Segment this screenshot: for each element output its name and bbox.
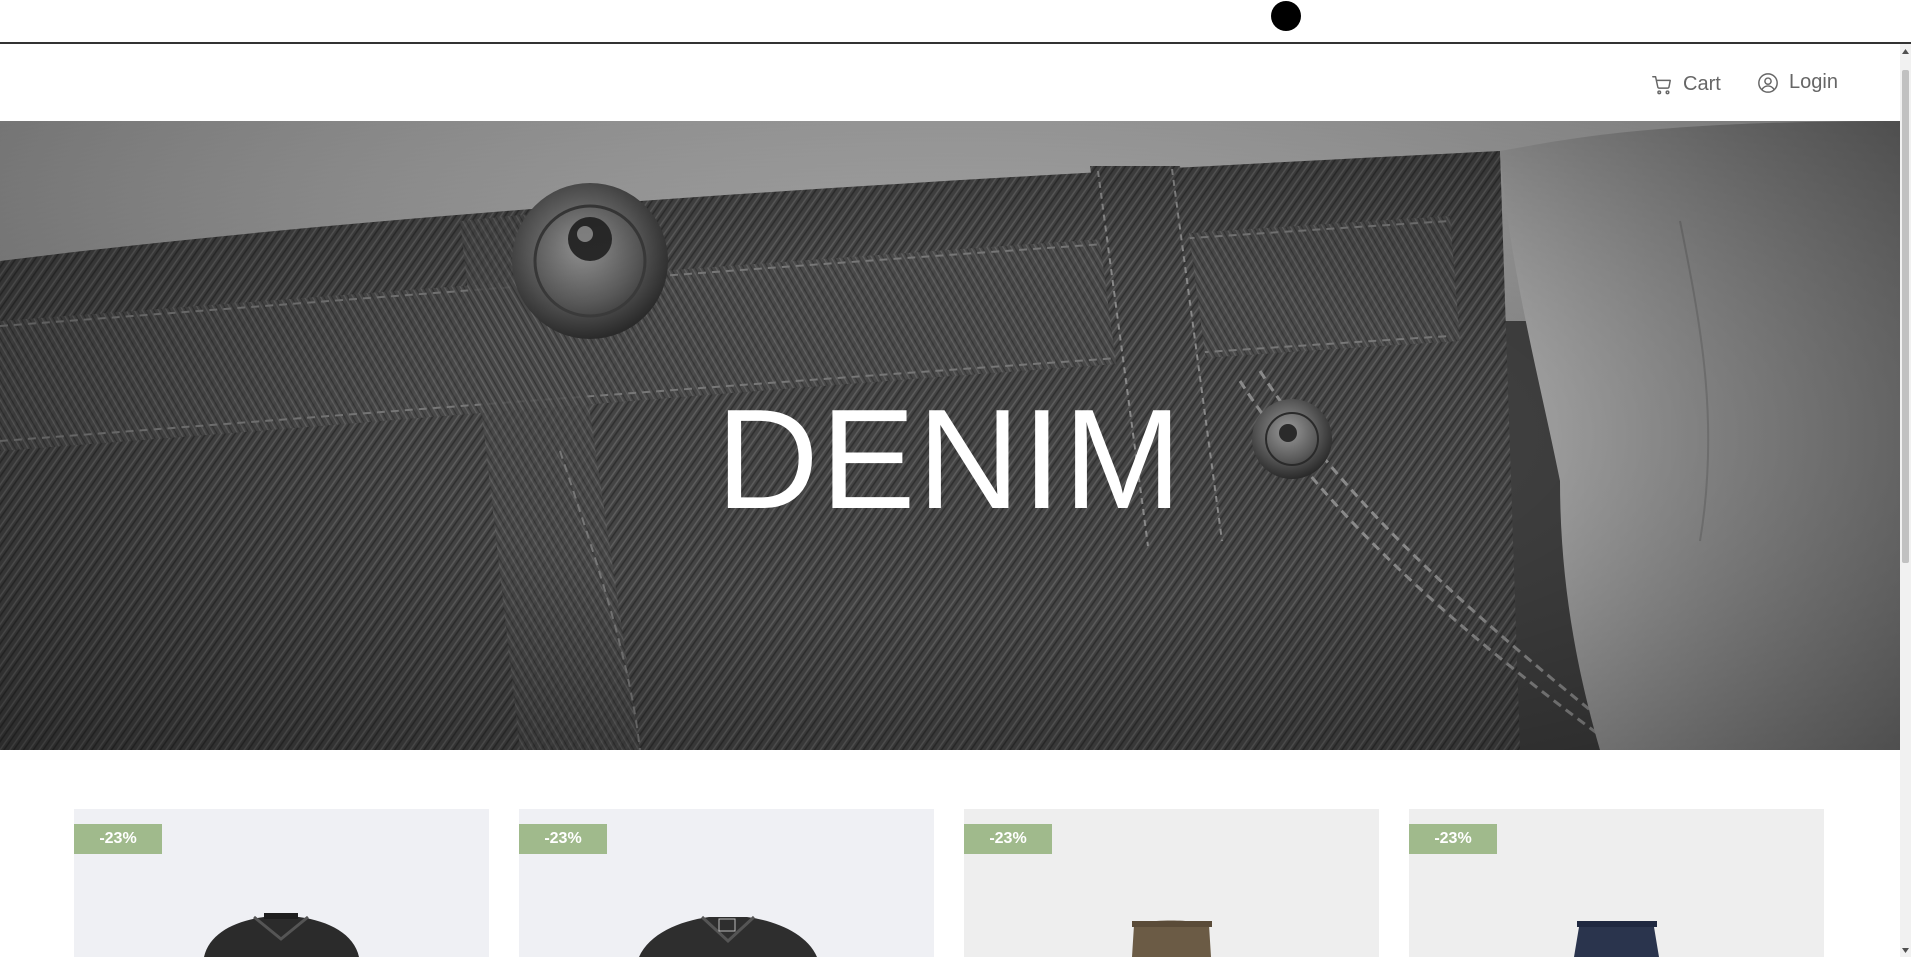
top-header (0, 0, 1911, 44)
product-card[interactable]: -23% (964, 809, 1379, 957)
product-card[interactable]: -23% (1409, 809, 1824, 957)
logo-dot[interactable] (1271, 1, 1301, 31)
discount-badge: -23% (964, 824, 1052, 854)
scroll-up-arrow-icon[interactable] (1900, 44, 1911, 58)
login-label: Login (1789, 71, 1838, 93)
hero-title: DENIM (716, 380, 1184, 539)
cart-icon (1651, 74, 1673, 96)
discount-badge: -23% (1409, 824, 1497, 854)
scroll-down-arrow-icon[interactable] (1900, 943, 1911, 957)
cart-label: Cart (1683, 73, 1721, 95)
cart-link[interactable]: Cart (1651, 73, 1721, 96)
user-circle-icon (1757, 72, 1779, 94)
scroll-thumb[interactable] (1902, 70, 1909, 563)
discount-badge: -23% (74, 824, 162, 854)
discount-badge: -23% (519, 824, 607, 854)
page: Cart Login DENIM -23% -23% -23% -23% (0, 0, 1911, 957)
vertical-scrollbar[interactable] (1900, 44, 1911, 957)
product-card[interactable]: -23% (74, 809, 489, 957)
hero-banner: DENIM (0, 121, 1900, 750)
login-link[interactable]: Login (1757, 71, 1838, 94)
product-card[interactable]: -23% (519, 809, 934, 957)
product-grid: -23% -23% -23% -23% (74, 809, 1826, 957)
nav-bar: Cart Login (0, 44, 1900, 121)
